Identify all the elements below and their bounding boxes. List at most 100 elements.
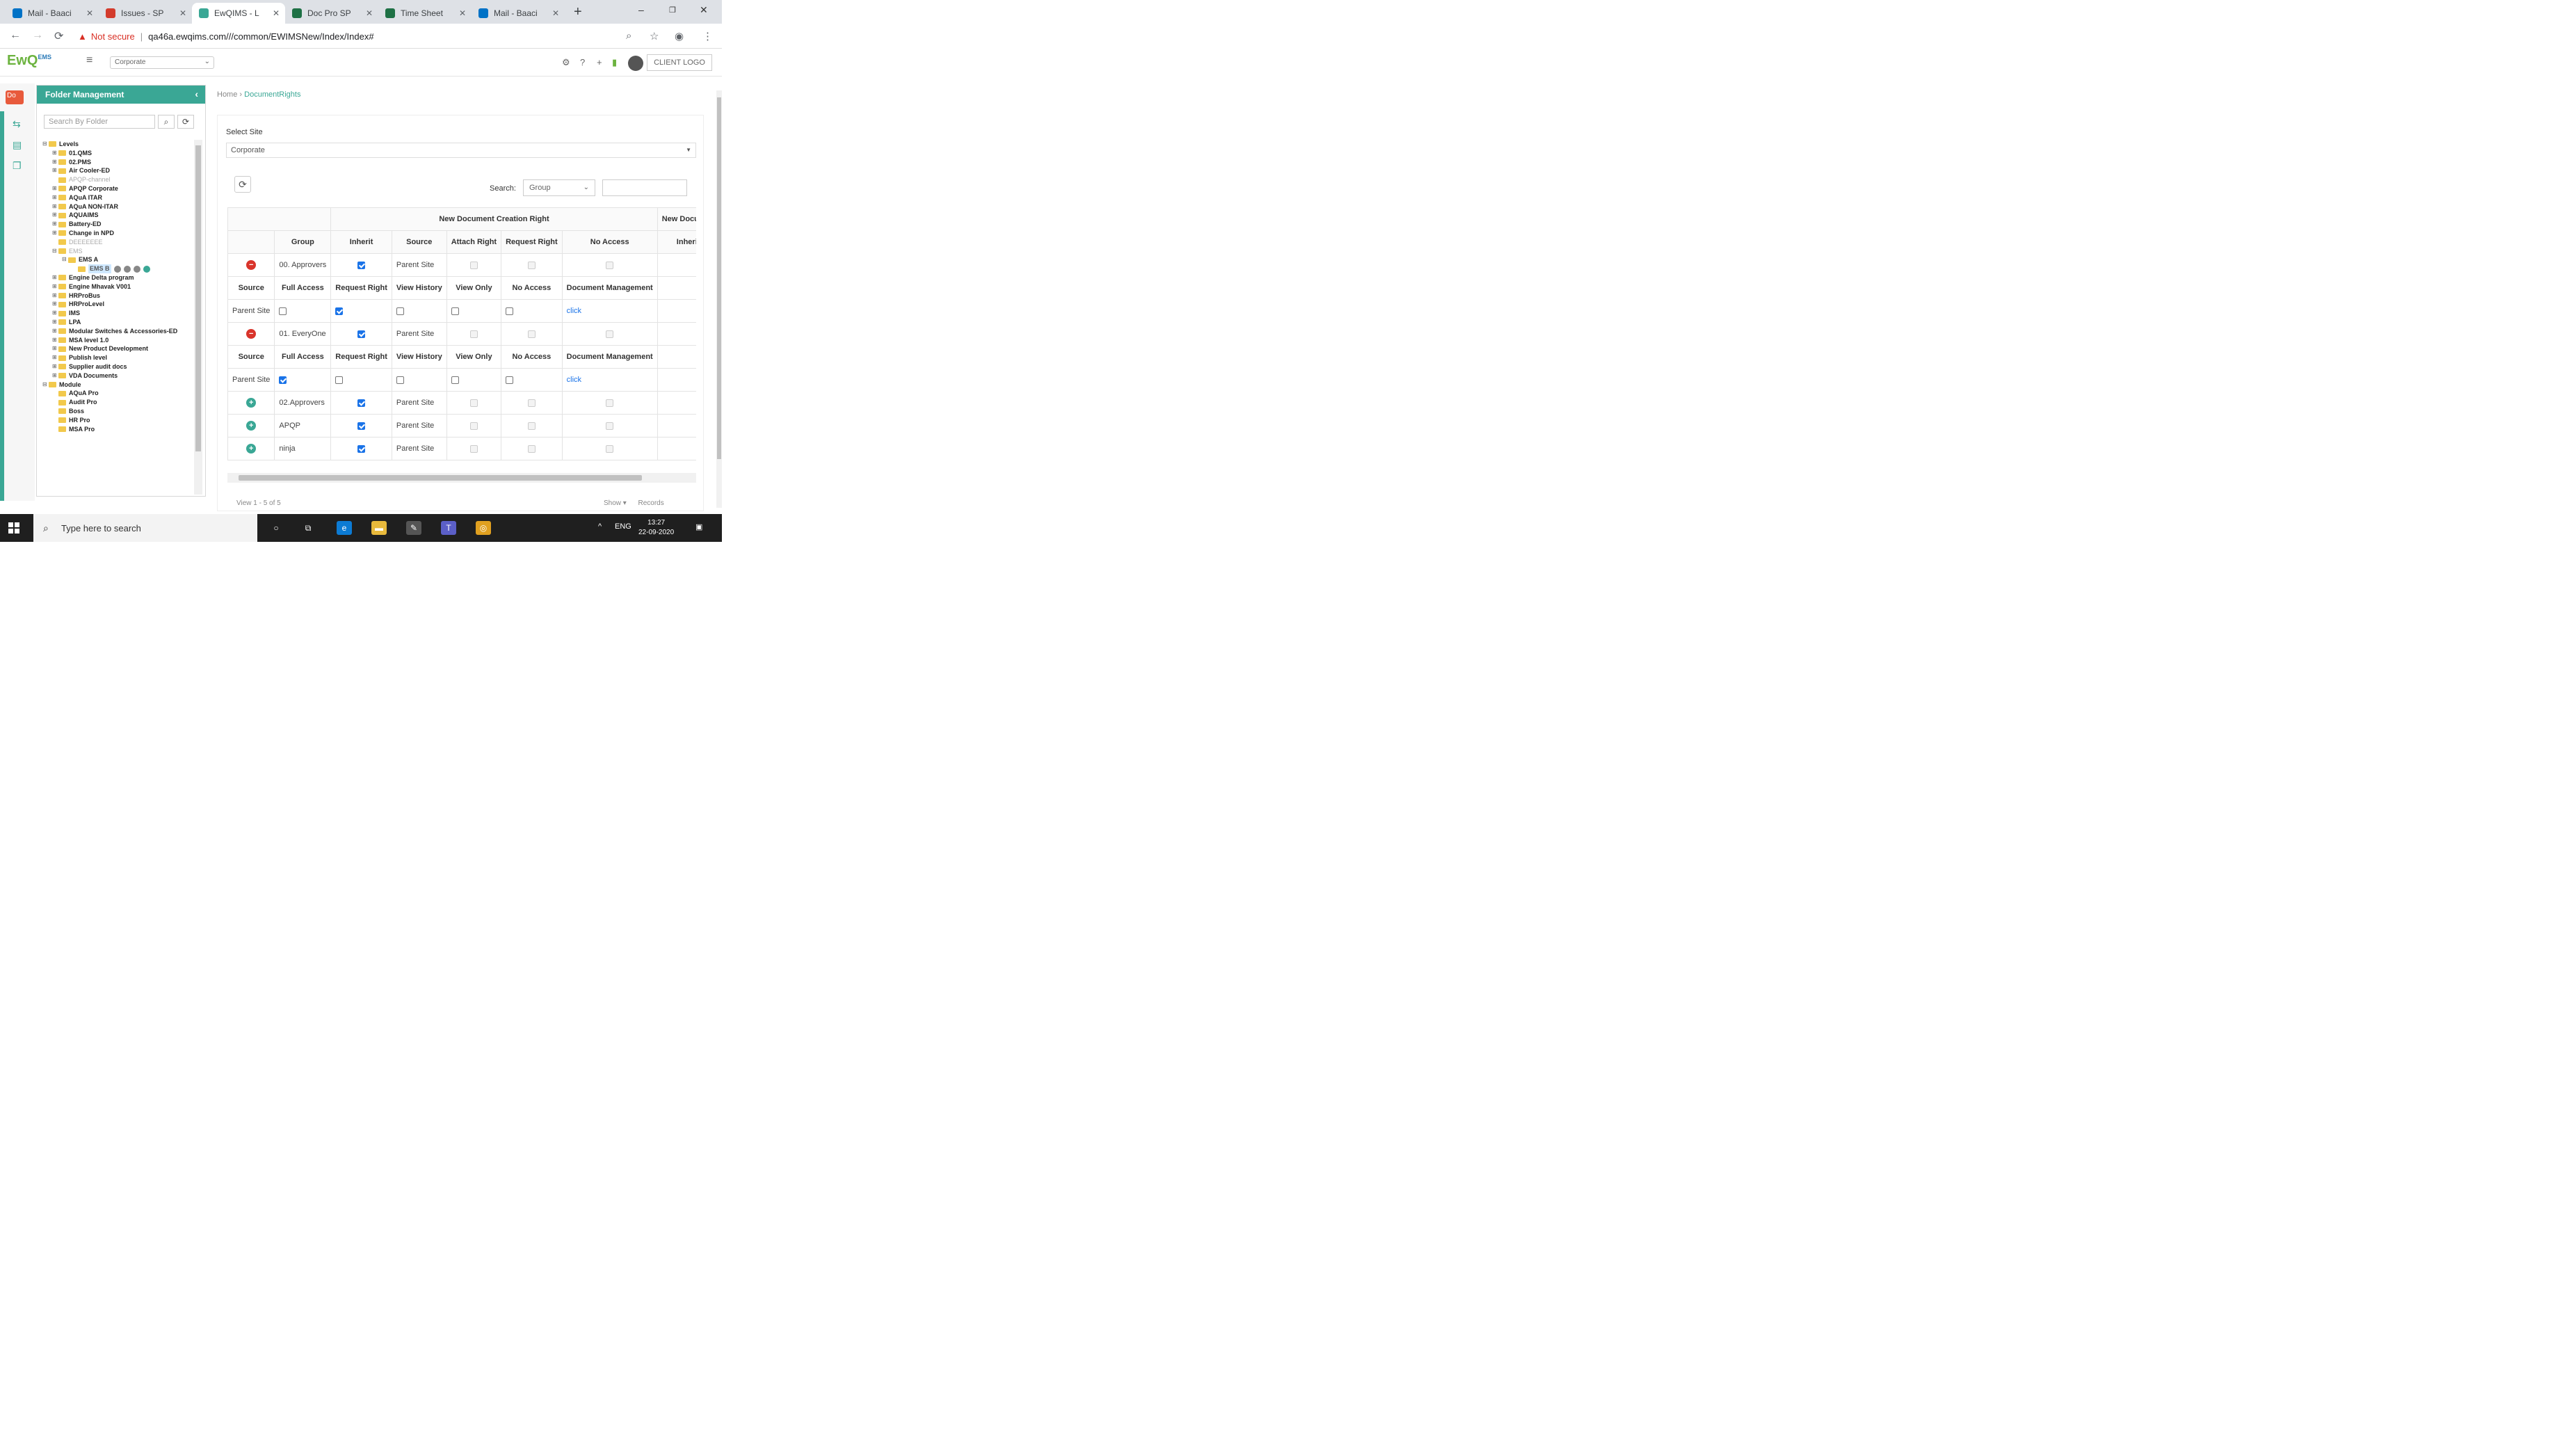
tree-node[interactable]: ⊞ HRProBus [40,291,193,300]
expand-toggle-icon[interactable]: ⊞ [52,300,58,309]
browser-tab[interactable]: EwQIMS - L ✕ [192,3,285,24]
subgrid-checkbox-cell[interactable] [330,299,392,323]
inherit-cell[interactable] [657,253,696,277]
expand-row-icon[interactable]: + [246,444,257,454]
refresh-grid-button[interactable]: ⟳ [234,176,251,193]
browser-tab[interactable]: Mail - Baaci ✕ [472,3,565,24]
subgrid-checkbox-cell[interactable] [330,368,392,392]
expand-toggle-icon[interactable]: ⊞ [52,336,58,345]
row-toggle[interactable]: − [227,253,275,277]
search-icon[interactable]: ⌕ [158,115,175,129]
notification-icon[interactable]: ▣ [695,522,702,531]
gear-icon[interactable]: ⚙ [562,57,570,68]
expand-toggle-icon[interactable]: ⊞ [52,318,58,327]
checkbox[interactable] [506,376,514,384]
tree-node[interactable]: MSA Pro [40,425,193,434]
tree-node[interactable]: ⊞ MSA level 1.0 [40,336,193,345]
maximize-button[interactable]: ❐ [669,6,676,15]
tree-node[interactable]: ⊞ Air Cooler-ED [40,166,193,175]
new-tab-button[interactable]: + [574,4,582,20]
checkbox[interactable] [357,444,366,453]
checkbox[interactable] [506,307,514,315]
user-icon[interactable] [133,265,140,273]
column-header[interactable]: Inherit [657,230,696,254]
tree-node[interactable]: ⊞ New Product Development [40,344,193,353]
search-input[interactable] [602,179,687,196]
expand-toggle-icon[interactable]: ⊞ [52,184,58,193]
close-tab-icon[interactable]: ✕ [459,8,466,18]
chrome-icon[interactable]: ◎ [476,521,491,535]
tree-node[interactable]: ⊞ 01.QMS [40,149,193,158]
tree-node[interactable]: ⊞ 02.PMS [40,158,193,167]
cortana-icon[interactable]: ○ [268,521,284,535]
checkbox[interactable] [335,307,344,315]
folder-tree-icon[interactable]: ⇆ [13,118,21,130]
collapse-panel-icon[interactable]: ‹ [195,88,198,99]
tree-node[interactable]: ⊟ Levels [40,140,193,149]
expand-toggle-icon[interactable]: ⊞ [52,309,58,318]
refresh-tree-icon[interactable]: ⟳ [177,115,194,129]
expand-toggle-icon[interactable]: ⊞ [52,371,58,380]
url-field[interactable]: ▲ Not secure | qa46a.ewqims.com///common… [78,28,374,45]
forward-arrow-icon[interactable]: → [32,29,43,42]
expand-toggle-icon[interactable]: ⊞ [52,220,58,229]
select-site-dropdown[interactable]: Corporate ▼ [226,143,696,158]
subgrid-docmgmt-cell[interactable]: click [561,299,658,323]
hamburger-menu-icon[interactable]: ≡ [86,54,92,67]
expand-toggle-icon[interactable]: ⊞ [52,362,58,371]
page-scrollbar[interactable] [716,90,722,508]
inherit-cell[interactable] [657,322,696,346]
tree-node[interactable]: DEEEEEEE [40,238,193,247]
browser-tab[interactable]: Time Sheet ✕ [378,3,472,24]
copy-icon[interactable]: ❐ [13,160,22,172]
close-tab-icon[interactable]: ✕ [179,8,186,18]
subgrid-checkbox-cell[interactable] [274,299,332,323]
tree-node[interactable]: ⊟ EMS [40,247,193,256]
checkbox[interactable] [357,422,366,430]
tree-node[interactable]: ⊞ Supplier audit docs [40,362,193,371]
table-row[interactable]: + APQP Parent Site [227,414,696,438]
tree-node[interactable]: Boss [40,407,193,416]
tray-chevron-icon[interactable]: ^ [598,522,602,531]
gear-icon[interactable] [113,265,121,273]
inherit-cell[interactable] [657,437,696,460]
inherit-cell[interactable] [330,414,392,438]
column-header[interactable]: Inherit [330,230,392,254]
grid-horizontal-scrollbar[interactable] [227,473,696,483]
browser-tab[interactable]: Doc Pro SP ✕ [285,3,378,24]
tree-node[interactable]: ⊞ Engine Delta program [40,273,193,282]
tree-node[interactable]: ⊞ AQuA NON-ITAR [40,202,193,211]
table-row[interactable]: − 01. EveryOne Parent Site [227,322,696,346]
expand-toggle-icon[interactable]: ⊞ [52,291,58,300]
subgrid-checkbox-cell[interactable] [446,299,502,323]
reload-icon[interactable]: ⟳ [54,29,63,43]
column-header[interactable]: No Access [561,230,658,254]
file-explorer-icon[interactable]: ▬ [371,521,387,535]
checkbox[interactable] [357,330,366,338]
inherit-cell[interactable] [657,414,696,438]
tree-node[interactable]: ⊟ EMS A [40,255,193,264]
tree-node[interactable]: ⊞ APQP Corporate [40,184,193,193]
breadcrumb-home[interactable]: Home [217,90,237,99]
tree-node[interactable]: ⊞ HRProLevel [40,300,193,309]
tree-node[interactable]: ⊞ AQUAIMS [40,211,193,220]
subgrid-row[interactable]: Parent Site click [227,299,696,323]
checkbox[interactable] [451,376,459,384]
folder-search-input[interactable]: Search By Folder [44,115,155,129]
document-icon[interactable]: ▤ [13,139,22,151]
avatar[interactable] [628,56,643,71]
collapse-row-icon[interactable]: − [246,329,257,339]
folder-tree-scrollbar[interactable] [194,140,202,495]
inherit-cell[interactable] [657,391,696,415]
subgrid-checkbox-cell[interactable] [391,368,447,392]
subgrid-docmgmt-cell[interactable]: click [561,368,658,392]
column-header[interactable]: Request Right [501,230,563,254]
edge-icon[interactable]: e [337,521,352,535]
row-toggle[interactable]: + [227,391,275,415]
signal-icon[interactable]: ▮ [612,57,617,68]
expand-row-icon[interactable]: + [246,398,257,408]
checkbox[interactable] [396,307,404,315]
tree-node[interactable]: ⊞ VDA Documents [40,371,193,380]
expand-toggle-icon[interactable]: ⊞ [52,193,58,202]
inherit-cell[interactable] [330,437,392,460]
